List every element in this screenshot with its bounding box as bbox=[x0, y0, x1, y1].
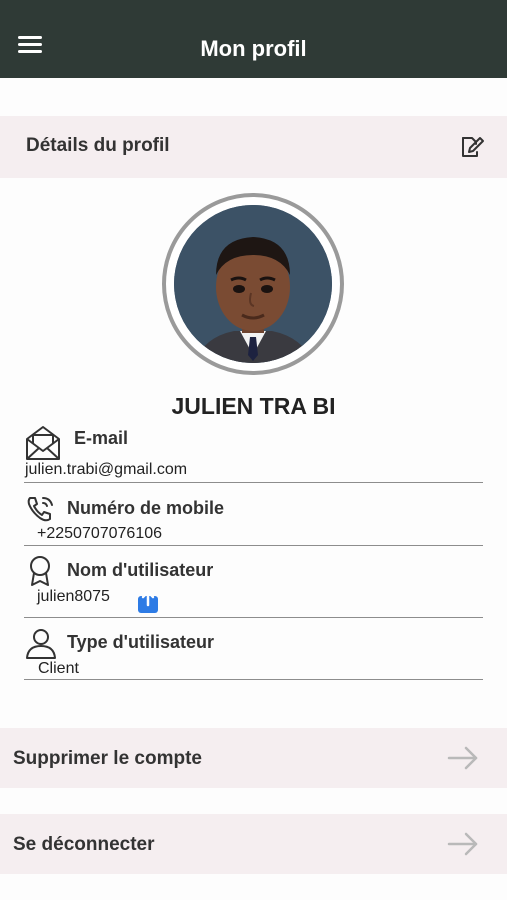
mobile-value[interactable]: +2250707076106 bbox=[37, 525, 162, 543]
mobile-label: Numéro de mobile bbox=[67, 498, 225, 518]
delete-account-label: Supprimer le compte bbox=[13, 748, 202, 769]
share-icon bbox=[138, 590, 158, 613]
profile-details-header: Détails du profil bbox=[0, 116, 507, 178]
profile-details-title: Détails du profil bbox=[26, 135, 170, 156]
edit-profile-button[interactable] bbox=[455, 132, 485, 162]
avatar bbox=[174, 205, 332, 363]
delete-account-button[interactable]: Supprimer le compte bbox=[0, 728, 507, 788]
user-type-value: Client bbox=[38, 660, 79, 677]
envelope-icon bbox=[26, 426, 60, 460]
username-value[interactable]: julien8075 bbox=[37, 588, 110, 606]
user-icon bbox=[26, 629, 56, 659]
email-field: E-mail julien.trabi@gmail.com bbox=[24, 423, 483, 483]
avatar-frame bbox=[162, 193, 344, 375]
email-label: E-mail bbox=[74, 428, 129, 448]
mobile-field: Numéro de mobile +2250707076106 bbox=[24, 490, 483, 546]
app-bar: Mon profil bbox=[0, 0, 507, 78]
user-type-field: Type d'utilisateur Client bbox=[24, 624, 483, 680]
user-type-label: Type d'utilisateur bbox=[67, 632, 214, 652]
arrow-right-icon bbox=[447, 832, 478, 856]
badge-icon bbox=[30, 556, 50, 586]
username-label: Nom d'utilisateur bbox=[67, 560, 214, 580]
page-title: Mon profil bbox=[200, 36, 307, 61]
email-value[interactable]: julien.trabi@gmail.com bbox=[25, 461, 187, 479]
share-username-button[interactable] bbox=[137, 590, 159, 613]
user-full-name: JULIEN TRA BI bbox=[171, 393, 336, 419]
logout-button[interactable]: Se déconnecter bbox=[0, 814, 507, 874]
edit-icon bbox=[462, 137, 484, 157]
username-field: Nom d'utilisateur julien8075 bbox=[24, 552, 483, 618]
logout-label: Se déconnecter bbox=[13, 834, 155, 855]
phone-icon bbox=[27, 497, 53, 522]
arrow-right-icon bbox=[447, 746, 478, 770]
